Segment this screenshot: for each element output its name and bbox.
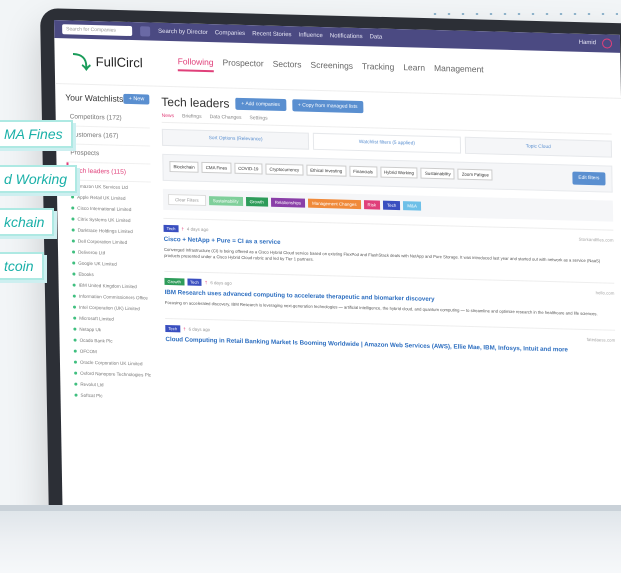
nav-learn[interactable]: Learn xyxy=(403,62,425,78)
floating-label-blockchain: kchain xyxy=(0,208,55,236)
nav-prospector[interactable]: Prospector xyxy=(222,57,263,73)
article-tag[interactable]: Tech xyxy=(165,325,181,333)
tab-briefings[interactable]: Briefings xyxy=(182,113,202,120)
nav-tracking[interactable]: Tracking xyxy=(362,61,395,77)
new-watchlist-button[interactable]: + New xyxy=(123,93,150,105)
category-filter-pill[interactable]: Management Changes xyxy=(308,198,361,210)
category-filter-pill[interactable]: Growth xyxy=(245,197,268,207)
copy-list-button[interactable]: + Copy from managed lists xyxy=(291,99,364,114)
filter-tabs: Sort Options (Relevance) Watchlist filte… xyxy=(161,128,613,158)
sort-options-tab[interactable]: Sort Options (Relevance) xyxy=(161,128,310,150)
article-tag[interactable]: Tech xyxy=(186,278,202,287)
filter-tag[interactable]: Financials xyxy=(349,165,378,178)
tag-list: Blockchain CMA Fines COVID-19 Cryptocurrenc… xyxy=(169,161,566,182)
pin-icon[interactable]: † xyxy=(181,226,184,231)
tab-settings[interactable]: Settings xyxy=(249,115,267,121)
logo-icon: ⤵ xyxy=(72,51,91,73)
category-filters: Clear Filters Sustainability Growth Relati… xyxy=(162,188,614,222)
filter-tag[interactable]: COVID-19 xyxy=(234,162,263,175)
company-list-item[interactable]: Softcat Plc xyxy=(70,389,154,402)
floating-label-bitcoin: tcoin xyxy=(0,252,44,280)
floating-label-hybrid-working: d Working xyxy=(0,165,78,193)
article-source[interactable]: Storkandfiles.com xyxy=(579,237,614,243)
filter-tag[interactable]: Blockchain xyxy=(169,161,199,173)
filter-tag[interactable]: Cryptocurrency xyxy=(265,163,304,176)
tab-news[interactable]: News xyxy=(162,113,175,119)
top-nav: Search by Director Companies Recent Stor… xyxy=(158,29,382,41)
news-article: Tech † 4 days ago Storkandfiles.com Cisco + … xyxy=(163,217,615,277)
pin-icon[interactable]: † xyxy=(205,280,208,285)
sidebar-item-competitors[interactable]: Competitors (172) xyxy=(65,108,150,129)
main-panel: Tech leaders + Add companies + Copy from… xyxy=(155,87,621,415)
filter-tag[interactable]: CMA Fines xyxy=(201,161,232,174)
sidebar-item-customers[interactable]: Customers (167) xyxy=(65,126,151,147)
filter-tag[interactable]: Ethical Investing xyxy=(306,164,347,177)
news-article: Growth Tech † 6 days ago hello.com IBM Resear… xyxy=(164,271,615,325)
add-companies-button[interactable]: + Add companies xyxy=(235,97,286,112)
company-list: Amazon UK Services Ltd Apple Retail UK Li… xyxy=(67,180,155,402)
edit-filters-button[interactable]: Edit filters xyxy=(572,171,606,186)
article-tag[interactable]: Growth xyxy=(164,278,185,286)
search-icon[interactable] xyxy=(140,26,151,37)
app-screen: Search for Companies Search by Director … xyxy=(54,20,621,524)
applied-tags: Blockchain CMA Fines COVID-19 Cryptocurrenc… xyxy=(162,153,613,193)
nav-screenings[interactable]: Screenings xyxy=(310,60,353,76)
category-filter-pill[interactable]: Relationships xyxy=(270,197,306,208)
sidebar-title: Your Watchlists xyxy=(65,92,124,104)
filter-tag[interactable]: Hybrid Working xyxy=(379,166,419,179)
top-nav-influence[interactable]: Influence xyxy=(298,32,322,39)
article-time: 4 days ago xyxy=(186,226,209,233)
logo[interactable]: ⤵ FullCircl xyxy=(72,48,167,77)
company-search-input[interactable]: Search for Companies xyxy=(62,24,133,37)
user-menu[interactable]: Hamid xyxy=(579,38,613,49)
logo-text: FullCircl xyxy=(95,54,143,71)
logout-icon[interactable] xyxy=(601,38,613,49)
sidebar-item-prospects[interactable]: Prospects xyxy=(66,144,151,165)
category-filter-pill[interactable]: M&A xyxy=(403,201,421,211)
sidebar-item-tech-leaders[interactable]: Tech leaders (115) xyxy=(66,162,151,183)
nav-management[interactable]: Management xyxy=(434,63,484,79)
floating-label-cma-fines: MA Fines xyxy=(0,120,73,148)
article-tag[interactable]: Tech xyxy=(163,224,179,233)
nav-following[interactable]: Following xyxy=(177,56,214,73)
user-name[interactable]: Hamid xyxy=(579,40,596,46)
laptop-base xyxy=(0,505,621,573)
article-time: 6 days ago xyxy=(210,280,232,286)
news-article: Tech † 6 days ago fatedaess.com Cloud Comput… xyxy=(165,318,616,366)
tab-data-changes[interactable]: Data Changes xyxy=(210,114,242,121)
page-title: Tech leaders xyxy=(161,94,230,111)
category-filter-pill[interactable]: Sustainability xyxy=(208,196,243,206)
filter-tag[interactable]: Zoom Fatigue xyxy=(457,168,493,181)
watchlist-filters-tab[interactable]: Watchlist filters (5 applied) xyxy=(313,132,461,154)
clear-filters-button[interactable]: Clear Filters xyxy=(167,194,206,207)
top-nav-companies[interactable]: Companies xyxy=(215,30,245,37)
top-nav-director[interactable]: Search by Director xyxy=(158,29,208,36)
nav-sectors[interactable]: Sectors xyxy=(273,59,302,75)
article-source[interactable]: hello.com xyxy=(596,290,615,295)
category-filter-pill[interactable]: Tech xyxy=(382,200,401,211)
top-nav-data[interactable]: Data xyxy=(370,34,383,40)
top-nav-stories[interactable]: Recent Stories xyxy=(252,31,291,38)
news-feed: Tech † 4 days ago Storkandfiles.com Cisco + … xyxy=(163,217,616,366)
article-time: 6 days ago xyxy=(188,326,211,333)
filter-tag[interactable]: Sustainability xyxy=(420,167,455,180)
pin-icon[interactable]: † xyxy=(183,327,186,332)
main-nav: Following Prospector Sectors Screenings … xyxy=(177,56,484,79)
topic-cloud-tab[interactable]: Topic Cloud xyxy=(464,136,613,158)
top-nav-notifications[interactable]: Notifications xyxy=(330,33,363,40)
category-filter-pill[interactable]: Risk xyxy=(363,200,381,210)
article-source[interactable]: fatedaess.com xyxy=(587,337,616,343)
